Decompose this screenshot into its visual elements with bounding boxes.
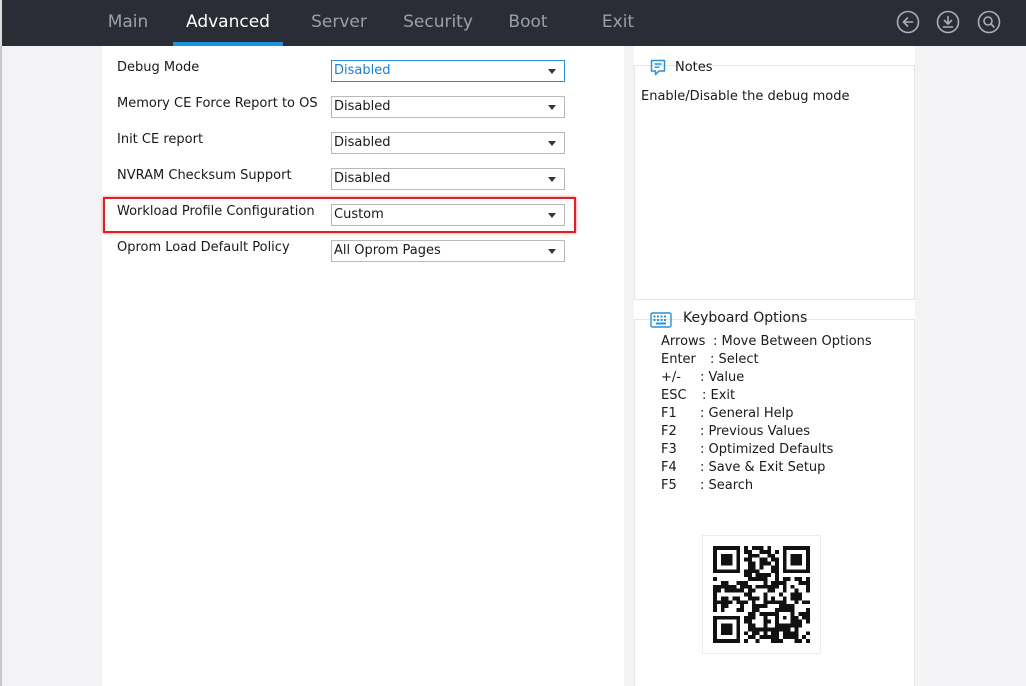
top-nav-bar: Main Advanced Server Security Boot Exit: [0, 0, 1026, 46]
key-desc: : Search: [700, 478, 754, 493]
key-name: ESC: [661, 388, 687, 403]
keyboard-icon: [650, 312, 672, 328]
key-desc: : Save & Exit Setup: [700, 460, 826, 475]
tab-server[interactable]: Server: [310, 0, 368, 46]
label-init-ce-report: Init CE report: [117, 132, 204, 147]
workload-profile-select[interactable]: Custom: [331, 204, 565, 226]
chevron-down-icon: [548, 249, 556, 254]
tab-advanced[interactable]: Advanced: [173, 0, 283, 46]
label-debug-mode: Debug Mode: [117, 60, 200, 75]
tab-boot[interactable]: Boot: [507, 0, 549, 46]
notes-icon: [650, 59, 666, 76]
key-line: Arrows : Move Between Options: [661, 334, 872, 349]
key-desc: : Value: [700, 370, 745, 385]
key-line: F3 : Optimized Defaults: [661, 442, 833, 457]
label-memory-ce-force-report: Memory CE Force Report to OS: [117, 96, 318, 111]
keyboard-options-title: Keyboard Options: [683, 310, 808, 326]
key-name: Arrows: [661, 334, 706, 349]
label-workload-profile: Workload Profile Configuration: [117, 204, 315, 219]
key-desc: : Previous Values: [700, 424, 811, 439]
notes-text: Enable/Disable the debug mode: [641, 89, 850, 104]
nvram-checksum-select[interactable]: Disabled: [331, 168, 565, 190]
key-desc: : General Help: [700, 406, 794, 421]
notes-title: Notes: [675, 60, 713, 75]
key-desc: : Select: [710, 352, 759, 367]
label-nvram-checksum: NVRAM Checksum Support: [117, 168, 292, 183]
tab-main[interactable]: Main: [106, 0, 150, 46]
select-value: Disabled: [334, 135, 391, 150]
select-value: All Oprom Pages: [334, 243, 441, 258]
chevron-down-icon: [548, 213, 556, 218]
key-line: F4 : Save & Exit Setup: [661, 460, 825, 475]
key-name: F3: [661, 442, 677, 457]
key-desc: : Optimized Defaults: [700, 442, 834, 457]
select-value: Disabled: [334, 171, 391, 186]
key-line: Enter : Select: [661, 352, 759, 367]
chevron-down-icon: [548, 105, 556, 110]
key-name: Enter: [661, 352, 696, 367]
select-value: Custom: [334, 207, 384, 222]
download-icon[interactable]: [936, 10, 960, 34]
key-name: F4: [661, 460, 677, 475]
tab-security[interactable]: Security: [403, 0, 473, 46]
select-value: Disabled: [334, 63, 391, 78]
chevron-down-icon: [548, 177, 556, 182]
debug-mode-select[interactable]: Disabled: [331, 60, 565, 82]
key-desc: : Exit: [702, 388, 736, 403]
key-line: F2 : Previous Values: [661, 424, 810, 439]
key-name: +/-: [661, 370, 681, 385]
memory-ce-force-report-select[interactable]: Disabled: [331, 96, 565, 118]
search-icon[interactable]: [977, 10, 1001, 34]
chevron-down-icon: [548, 141, 556, 146]
qr-code: [702, 535, 821, 654]
key-name: F5: [661, 478, 677, 493]
label-oprom-load-default: Oprom Load Default Policy: [117, 240, 290, 255]
back-arrow-icon[interactable]: [896, 10, 920, 34]
chevron-down-icon: [548, 69, 556, 74]
select-value: Disabled: [334, 99, 391, 114]
key-line: F5 : Search: [661, 478, 753, 493]
key-line: F1 : General Help: [661, 406, 794, 421]
tab-exit[interactable]: Exit: [601, 0, 635, 46]
key-line: +/- : Value: [661, 370, 744, 385]
oprom-load-default-select[interactable]: All Oprom Pages: [331, 240, 565, 262]
key-desc: : Move Between Options: [713, 334, 872, 349]
left-edge-strip: [0, 46, 2, 686]
init-ce-report-select[interactable]: Disabled: [331, 132, 565, 154]
key-line: ESC : Exit: [661, 388, 735, 403]
key-name: F1: [661, 406, 677, 421]
key-name: F2: [661, 424, 677, 439]
